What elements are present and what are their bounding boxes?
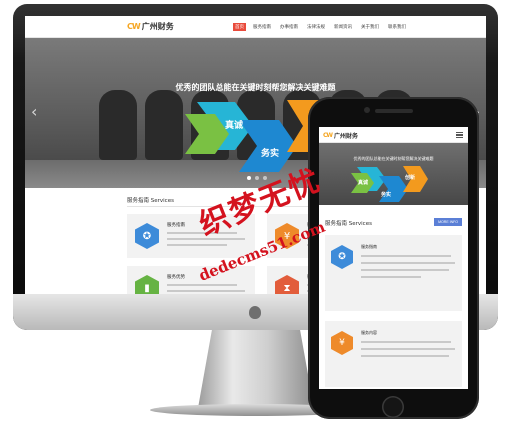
phone-logo[interactable]: CW 广州财务 <box>323 131 358 140</box>
nav-item-home[interactable]: 首页 <box>233 23 246 31</box>
monitor-stand <box>198 330 314 408</box>
phone-nav-bar: CW 广州财务 <box>319 127 468 143</box>
phone-screen: CW 广州财务 真诚 创新 务实 优秀的团队总能在关键时刻帮您解决关键难题 服务… <box>319 127 468 389</box>
text-line <box>167 290 245 292</box>
nav-item-work-guide[interactable]: 办事指南 <box>278 23 300 31</box>
chart-icon: ▮ <box>135 275 159 294</box>
service-card-title: 服务内容 <box>361 330 377 335</box>
more-info-button[interactable]: MORE INFO <box>434 218 462 226</box>
service-card-title: 服务指南 <box>167 223 185 228</box>
nav-item-service-guide[interactable]: 服务指南 <box>251 23 273 31</box>
service-card-guide[interactable]: ✪ 服务指南 <box>325 235 462 311</box>
slider-dot[interactable] <box>247 176 251 180</box>
hourglass-icon: ⧗ <box>275 275 299 294</box>
banner-word-practical: 务实 <box>261 149 280 159</box>
text-line <box>361 262 455 264</box>
nav-item-about[interactable]: 关于我们 <box>359 23 381 31</box>
desktop-menu: 首页 服务指南 办事指南 法律法规 新闻资讯 关于我们 联系我们 <box>233 23 408 31</box>
services-section-title: 服务指南 Services <box>127 198 174 204</box>
logo-badge: CW <box>323 132 333 139</box>
banner-word-sincere: 真诚 <box>358 180 369 186</box>
nav-item-laws[interactable]: 法律法规 <box>305 23 327 31</box>
text-line <box>167 244 227 246</box>
speaker-grille <box>375 109 413 113</box>
slider-dots <box>247 176 267 180</box>
text-line <box>361 255 451 257</box>
text-line <box>361 355 449 357</box>
slider-dot[interactable] <box>255 176 259 180</box>
logo-text: 广州财务 <box>334 133 359 140</box>
banner-word-practical: 务实 <box>381 192 392 198</box>
text-line <box>167 238 245 240</box>
nav-item-news[interactable]: 新闻资讯 <box>332 23 354 31</box>
text-line <box>361 341 451 343</box>
camera-icon <box>364 107 370 113</box>
badge-icon: ✪ <box>135 223 159 249</box>
nav-item-contact[interactable]: 联系我们 <box>386 23 408 31</box>
banner-word-sincere: 真诚 <box>225 121 244 131</box>
phone-banner-slider[interactable]: 真诚 创新 务实 优秀的团队总能在关键时刻帮您解决关键难题 <box>319 143 468 205</box>
service-card-advantage[interactable]: ▮ 服务优势 <box>127 266 255 294</box>
slider-dot[interactable] <box>263 176 267 180</box>
text-line <box>361 348 455 350</box>
banner-title: 优秀的团队总能在关键时刻帮您解决关键难题 <box>353 156 434 161</box>
banner-title: 优秀的团队总能在关键时刻帮您解决关键难题 <box>175 83 336 92</box>
desktop-nav-bar: CW 广州财务 首页 服务指南 办事指南 法律法规 新闻资讯 关于我们 联系我们 <box>25 16 486 38</box>
money-bag-icon: ¥ <box>275 223 299 249</box>
service-card-title: 服务优势 <box>167 275 185 280</box>
text-line <box>167 232 237 234</box>
banner-word-innovate: 创新 <box>405 175 416 181</box>
money-bag-icon: ¥ <box>331 331 353 355</box>
badge-icon: ✪ <box>331 245 353 269</box>
services-section-title: 服务指南 Services <box>325 221 372 227</box>
phone-device: CW 广州财务 真诚 创新 务实 优秀的团队总能在关键时刻帮您解决关键难题 服务… <box>308 97 479 419</box>
text-line <box>361 276 421 278</box>
slider-prev-arrow[interactable]: ‹ <box>31 102 37 121</box>
service-card-content[interactable]: ¥ 服务内容 <box>325 321 462 387</box>
text-line <box>361 269 449 271</box>
logo-badge: CW <box>127 22 141 31</box>
text-line <box>167 284 237 286</box>
banner-person <box>99 90 137 160</box>
logo-text: 广州财务 <box>141 22 174 31</box>
desktop-logo[interactable]: CW 广州财务 <box>127 21 174 32</box>
service-card-guide[interactable]: ✪ 服务指南 <box>127 214 255 258</box>
apple-logo-icon <box>249 306 261 319</box>
hamburger-menu-icon[interactable] <box>456 132 463 138</box>
service-card-title: 服务指南 <box>361 244 377 249</box>
home-button[interactable] <box>382 396 404 418</box>
